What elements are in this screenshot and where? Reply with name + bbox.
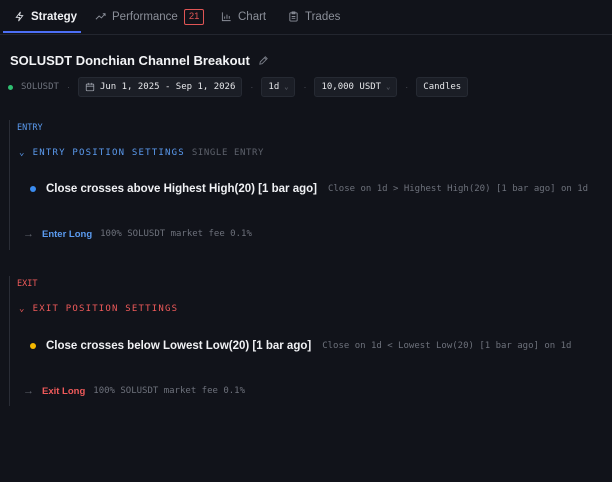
bar-chart-icon: [221, 12, 231, 22]
lightning-icon: [15, 11, 24, 22]
tab-chart[interactable]: Chart: [221, 0, 266, 33]
tab-strategy[interactable]: Strategy: [14, 0, 77, 33]
chevron-down-icon: ⌄: [19, 304, 26, 314]
separator: ·: [66, 82, 70, 92]
entry-condition[interactable]: Close crosses above Highest High(20) [1 …: [30, 183, 588, 195]
pencil-icon[interactable]: [258, 55, 269, 66]
entry-condition-text: Close crosses above Highest High(20) [1 …: [46, 183, 317, 195]
entry-section-label: ENTRY: [17, 123, 43, 133]
timeframe-value: 1d: [268, 82, 280, 92]
entry-condition-bullet: [30, 186, 36, 192]
exit-section-label: EXIT: [17, 279, 38, 289]
chevron-down-icon: ⌄: [386, 83, 391, 91]
performance-count-badge: 21: [183, 8, 205, 25]
arrow-right-icon: →: [23, 385, 34, 397]
strategy-title-row: SOLUSDT Donchian Channel Breakout: [10, 53, 269, 68]
tab-trades-label: Trades: [305, 10, 341, 23]
exit-condition-text: Close crosses below Lowest Low(20) [1 ba…: [46, 340, 312, 352]
status-dot: [8, 84, 13, 90]
entry-mode-label: SINGLE ENTRY: [191, 148, 265, 158]
exit-condition-bullet: [30, 343, 36, 349]
trend-icon: [95, 13, 106, 20]
entry-action-desc: 100% SOLUSDT market fee 0.1%: [100, 229, 252, 239]
exit-condition-detail: Close on 1d < Lowest Low(20) [1 bar ago]…: [322, 341, 572, 351]
tab-performance-label: Performance: [112, 10, 178, 23]
strategy-controls: SOLUSDT · Jun 1, 2025 - Sep 1, 2026 · 1d…: [8, 77, 469, 97]
timeframe-select[interactable]: 1d ⌄: [261, 77, 296, 97]
enter-long-link[interactable]: Enter Long: [42, 229, 92, 240]
separator: ·: [405, 82, 409, 92]
strategy-title: SOLUSDT Donchian Channel Breakout: [10, 53, 250, 68]
clipboard-icon: [289, 11, 298, 22]
exit-long-link[interactable]: Exit Long: [42, 386, 85, 397]
calendar-icon: [85, 82, 95, 92]
entry-settings-title: ENTRY POSITION SETTINGS: [32, 148, 185, 158]
exit-section: EXIT ⌄ EXIT POSITION SETTINGS Close cros…: [9, 276, 610, 406]
separator: ·: [303, 82, 307, 92]
entry-section: ENTRY ⌄ ENTRY POSITION SETTINGS SINGLE E…: [9, 120, 610, 250]
capital-value: 10,000 USDT: [321, 82, 382, 92]
tab-performance[interactable]: Performance 21: [95, 0, 205, 33]
entry-settings-toggle[interactable]: ⌄ ENTRY POSITION SETTINGS SINGLE ENTRY: [19, 148, 264, 158]
date-range-picker[interactable]: Jun 1, 2025 - Sep 1, 2026: [77, 77, 243, 97]
entry-action: → Enter Long 100% SOLUSDT market fee 0.1…: [23, 228, 252, 240]
date-range-value: Jun 1, 2025 - Sep 1, 2026: [99, 82, 236, 92]
exit-action: → Exit Long 100% SOLUSDT market fee 0.1%: [23, 385, 245, 397]
view-value: Candles: [423, 82, 462, 92]
active-tab-indicator: [3, 31, 81, 33]
arrow-right-icon: →: [23, 228, 34, 240]
exit-settings-title: EXIT POSITION SETTINGS: [32, 304, 179, 314]
symbol-label: SOLUSDT: [21, 82, 59, 92]
chevron-down-icon: ⌄: [284, 83, 289, 91]
separator: ·: [250, 82, 254, 92]
chevron-down-icon: ⌄: [19, 148, 26, 158]
tab-trades[interactable]: Trades: [288, 0, 340, 33]
view-select[interactable]: Candles: [416, 77, 469, 97]
exit-action-desc: 100% SOLUSDT market fee 0.1%: [93, 386, 245, 396]
tab-bar: Strategy Performance 21 Chart Trades: [0, 0, 612, 35]
exit-condition[interactable]: Close crosses below Lowest Low(20) [1 ba…: [30, 340, 571, 352]
tab-strategy-label: Strategy: [31, 10, 78, 23]
entry-condition-detail: Close on 1d > Highest High(20) [1 bar ag…: [327, 184, 589, 194]
capital-select[interactable]: 10,000 USDT ⌄: [314, 77, 398, 97]
exit-settings-toggle[interactable]: ⌄ EXIT POSITION SETTINGS: [19, 304, 178, 314]
tab-chart-label: Chart: [238, 10, 267, 23]
